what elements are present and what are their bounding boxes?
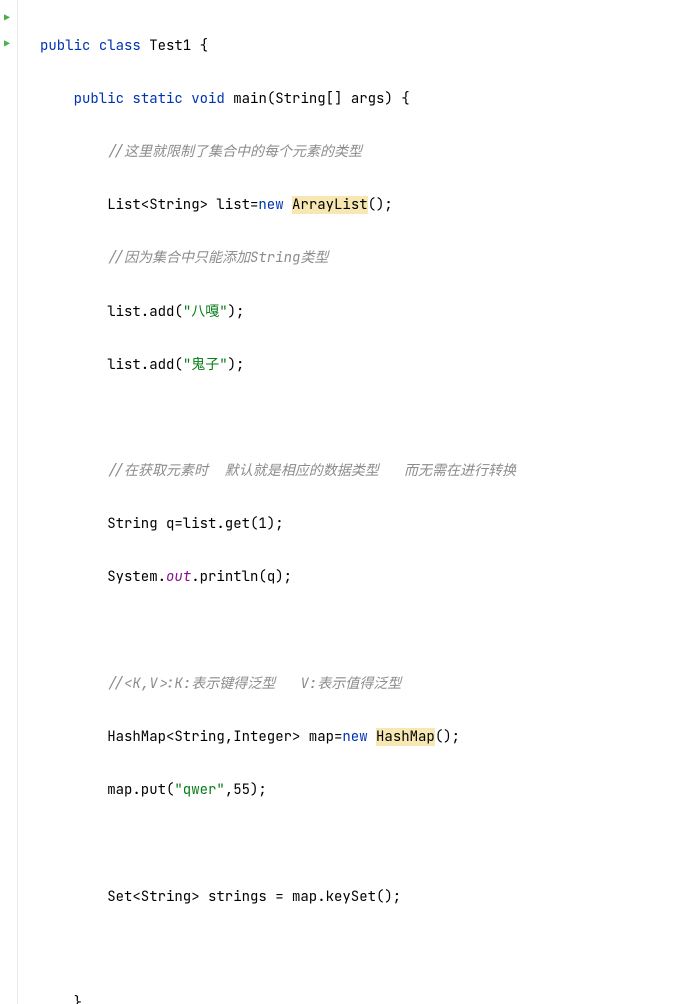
space	[368, 728, 376, 746]
code-line: public class Test1 {	[40, 33, 694, 60]
comment: //<K,V>:K:表示键得泛型 V:表示值得泛型	[107, 675, 401, 693]
code-line: List<String> list=new ArrayList();	[40, 192, 694, 219]
code-text: ();	[368, 196, 393, 214]
code-text: );	[267, 515, 284, 533]
blank-line	[40, 405, 694, 432]
number-literal: 1	[258, 515, 266, 533]
code-line: System.out.println(q);	[40, 564, 694, 591]
code-line: }	[40, 990, 694, 1004]
code-text: map.put(	[107, 781, 174, 799]
blank-line	[40, 618, 694, 645]
blank-line	[40, 937, 694, 964]
class-name: Test1 {	[141, 37, 208, 55]
string-literal: "鬼子"	[183, 356, 228, 374]
keyword: new	[258, 196, 283, 214]
keyword: class	[99, 37, 141, 55]
code-line: //这里就限制了集合中的每个元素的类型	[40, 139, 694, 166]
code-text: .println(q);	[191, 568, 292, 586]
number-literal: 55	[233, 781, 250, 799]
string-literal: "qwer"	[174, 781, 224, 799]
string-literal: "八嘎"	[183, 303, 228, 321]
code-text: list.add(	[107, 303, 183, 321]
highlighted-class: HashMap	[376, 728, 435, 746]
code-text: list.add(	[107, 356, 183, 374]
code-text: );	[228, 356, 245, 374]
code-text: );	[228, 303, 245, 321]
blank-line	[40, 830, 694, 857]
code-line: HashMap<String,Integer> map=new HashMap(…	[40, 724, 694, 751]
keyword: public	[40, 37, 90, 55]
method-sig: main(String[] args) {	[225, 90, 410, 108]
code-text: HashMap<String,Integer> map=	[107, 728, 342, 746]
code-text: System.	[107, 568, 166, 586]
code-line: public static void main(String[] args) {	[40, 86, 694, 113]
comment: //这里就限制了集合中的每个元素的类型	[107, 143, 362, 161]
space	[284, 196, 292, 214]
code-line: list.add("八嘎");	[40, 299, 694, 326]
close-brace: }	[74, 994, 82, 1004]
keyword: static	[132, 90, 182, 108]
comment: //因为集合中只能添加String类型	[107, 249, 328, 267]
comment: //在获取元素时 默认就是相应的数据类型 而无需在进行转换	[107, 462, 516, 480]
code-text: String q=list.get(	[107, 515, 258, 533]
static-field: out	[166, 568, 191, 586]
run-gutter-icon[interactable]: ▶	[4, 8, 12, 16]
code-text: ,	[225, 781, 233, 799]
editor-gutter: ▶ ▶	[0, 0, 18, 1004]
code-line: //<K,V>:K:表示键得泛型 V:表示值得泛型	[40, 671, 694, 698]
code-editor[interactable]: public class Test1 { public static void …	[0, 6, 694, 1004]
code-line: //因为集合中只能添加String类型	[40, 245, 694, 272]
code-line: list.add("鬼子");	[40, 352, 694, 379]
code-line: map.put("qwer",55);	[40, 777, 694, 804]
code-text: List<String> list=	[107, 196, 258, 214]
keyword: new	[342, 728, 367, 746]
keyword: void	[191, 90, 225, 108]
run-gutter-icon[interactable]: ▶	[4, 34, 12, 42]
code-line: //在获取元素时 默认就是相应的数据类型 而无需在进行转换	[40, 458, 694, 485]
code-line: Set<String> strings = map.keySet();	[40, 884, 694, 911]
code-text: Set<String> strings = map.keySet();	[107, 888, 401, 906]
keyword: public	[74, 90, 124, 108]
code-text: ();	[435, 728, 460, 746]
code-line: String q=list.get(1);	[40, 511, 694, 538]
code-text: );	[250, 781, 267, 799]
highlighted-class: ArrayList	[292, 196, 368, 214]
